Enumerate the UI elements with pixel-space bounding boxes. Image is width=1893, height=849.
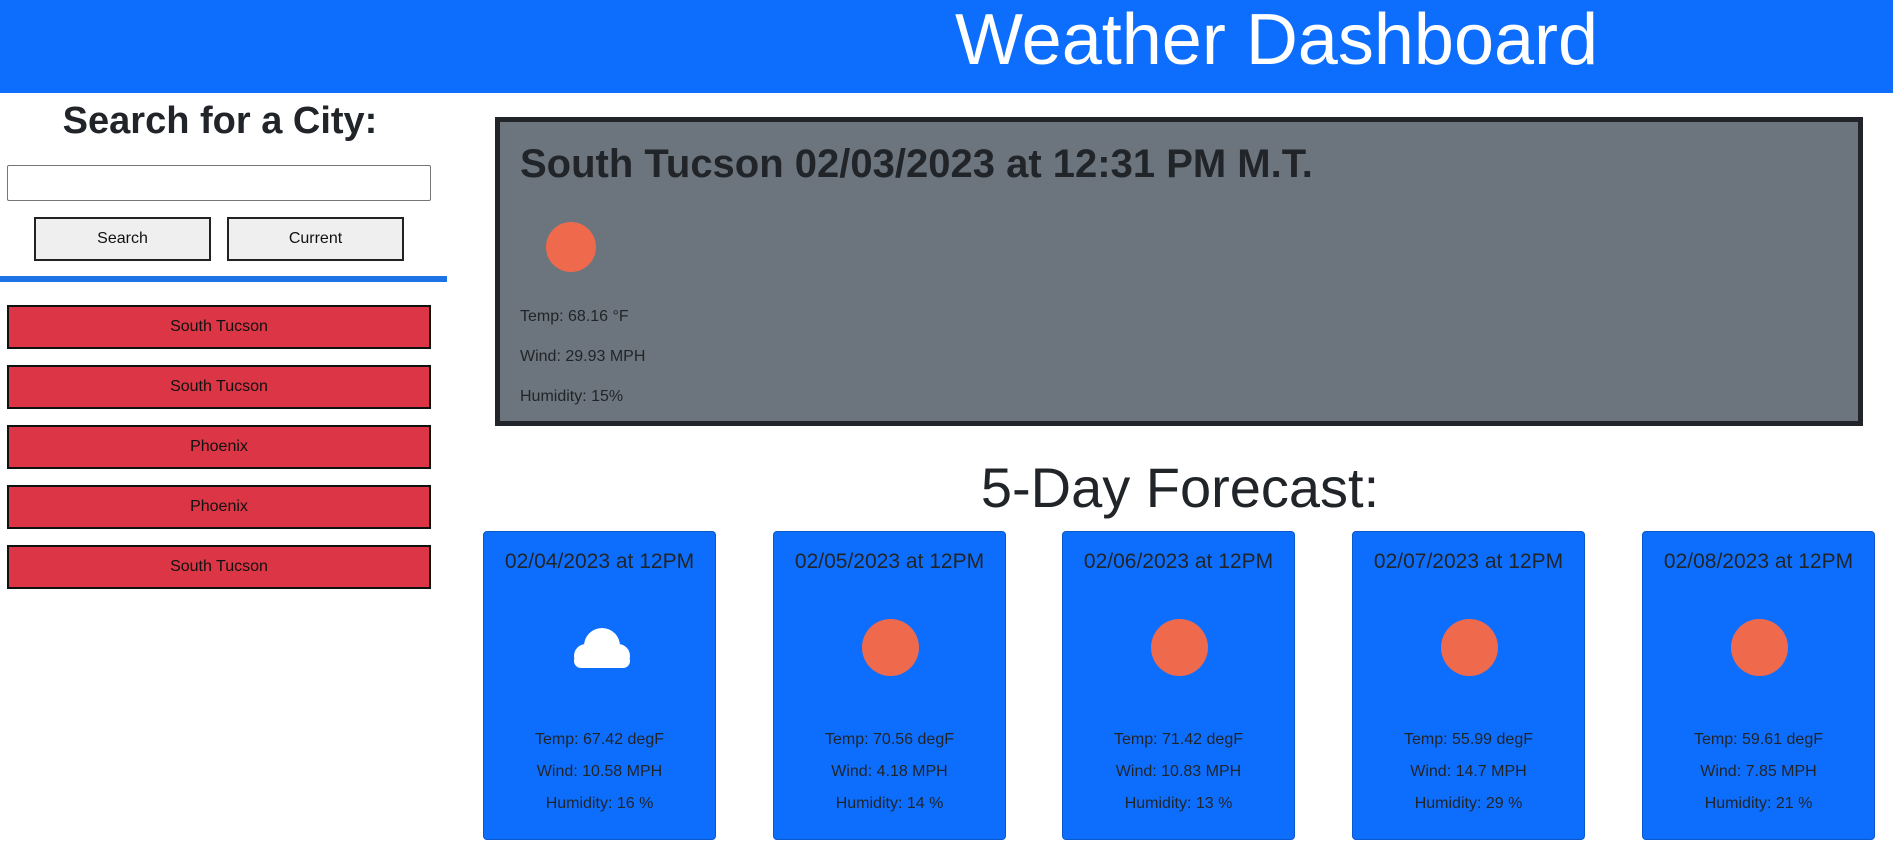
forecast-date: 02/08/2023 at 12PM bbox=[1663, 550, 1854, 573]
current-temp: Temp: 68.16 °F bbox=[520, 308, 629, 325]
page-header: Weather Dashboard bbox=[0, 0, 1893, 93]
forecast-temp: Temp: 59.61 degF bbox=[1694, 731, 1823, 748]
current-humidity: Humidity: 15% bbox=[520, 388, 624, 405]
forecast-temp: Temp: 67.42 degF bbox=[535, 731, 664, 748]
forecast-date: 02/05/2023 at 12PM bbox=[794, 550, 985, 573]
forecast-wind: Wind: 10.83 MPH bbox=[1115, 763, 1242, 780]
history-city-button[interactable]: South Tucson bbox=[7, 545, 431, 589]
forecast-card: 02/04/2023 at 12PM Temp: 67.42 degF Wind… bbox=[483, 531, 716, 840]
forecast-card: 02/07/2023 at 12PM Temp: 55.99 degF Wind… bbox=[1352, 531, 1585, 840]
forecast-humidity: Humidity: 13 % bbox=[1124, 795, 1233, 812]
forecast-temp: Temp: 71.42 degF bbox=[1114, 731, 1243, 748]
current-weather-card: South Tucson 02/03/2023 at 12:31 PM M.T.… bbox=[495, 117, 1863, 426]
forecast-temp: Temp: 70.56 degF bbox=[825, 731, 954, 748]
forecast-card: 02/05/2023 at 12PM Temp: 70.56 degF Wind… bbox=[773, 531, 1006, 840]
forecast-date: 02/04/2023 at 12PM bbox=[504, 550, 695, 573]
forecast-temp: Temp: 55.99 degF bbox=[1404, 731, 1533, 748]
sun-icon bbox=[1151, 619, 1208, 676]
city-search-input[interactable] bbox=[7, 165, 431, 201]
sun-icon bbox=[546, 222, 596, 272]
forecast-card: 02/08/2023 at 12PM Temp: 59.61 degF Wind… bbox=[1642, 531, 1875, 840]
sun-icon bbox=[1731, 619, 1788, 676]
forecast-heading: 5-Day Forecast: bbox=[980, 456, 1380, 519]
forecast-wind: Wind: 7.85 MPH bbox=[1700, 763, 1817, 780]
cloud-icon bbox=[574, 628, 630, 668]
page-title: Weather Dashboard bbox=[955, 0, 1599, 80]
history-city-button[interactable]: South Tucson bbox=[7, 365, 431, 409]
sun-icon bbox=[1441, 619, 1498, 676]
sun-icon bbox=[862, 619, 919, 676]
search-button[interactable]: Search bbox=[34, 217, 211, 261]
forecast-wind: Wind: 4.18 MPH bbox=[831, 763, 948, 780]
forecast-date: 02/07/2023 at 12PM bbox=[1373, 550, 1564, 573]
current-weather-title: South Tucson 02/03/2023 at 12:31 PM M.T. bbox=[520, 142, 1313, 186]
history-city-button[interactable]: South Tucson bbox=[7, 305, 431, 349]
forecast-humidity: Humidity: 21 % bbox=[1704, 795, 1813, 812]
forecast-humidity: Humidity: 16 % bbox=[545, 795, 654, 812]
forecast-wind: Wind: 14.7 MPH bbox=[1410, 763, 1527, 780]
forecast-humidity: Humidity: 14 % bbox=[835, 795, 944, 812]
forecast-humidity: Humidity: 29 % bbox=[1414, 795, 1523, 812]
forecast-wind: Wind: 10.58 MPH bbox=[536, 763, 663, 780]
forecast-card: 02/06/2023 at 12PM Temp: 71.42 degF Wind… bbox=[1062, 531, 1295, 840]
search-heading: Search for a City: bbox=[62, 100, 378, 142]
current-wind: Wind: 29.93 MPH bbox=[520, 348, 646, 365]
current-location-button[interactable]: Current bbox=[227, 217, 404, 261]
sidebar-divider bbox=[0, 276, 447, 282]
forecast-date: 02/06/2023 at 12PM bbox=[1083, 550, 1274, 573]
